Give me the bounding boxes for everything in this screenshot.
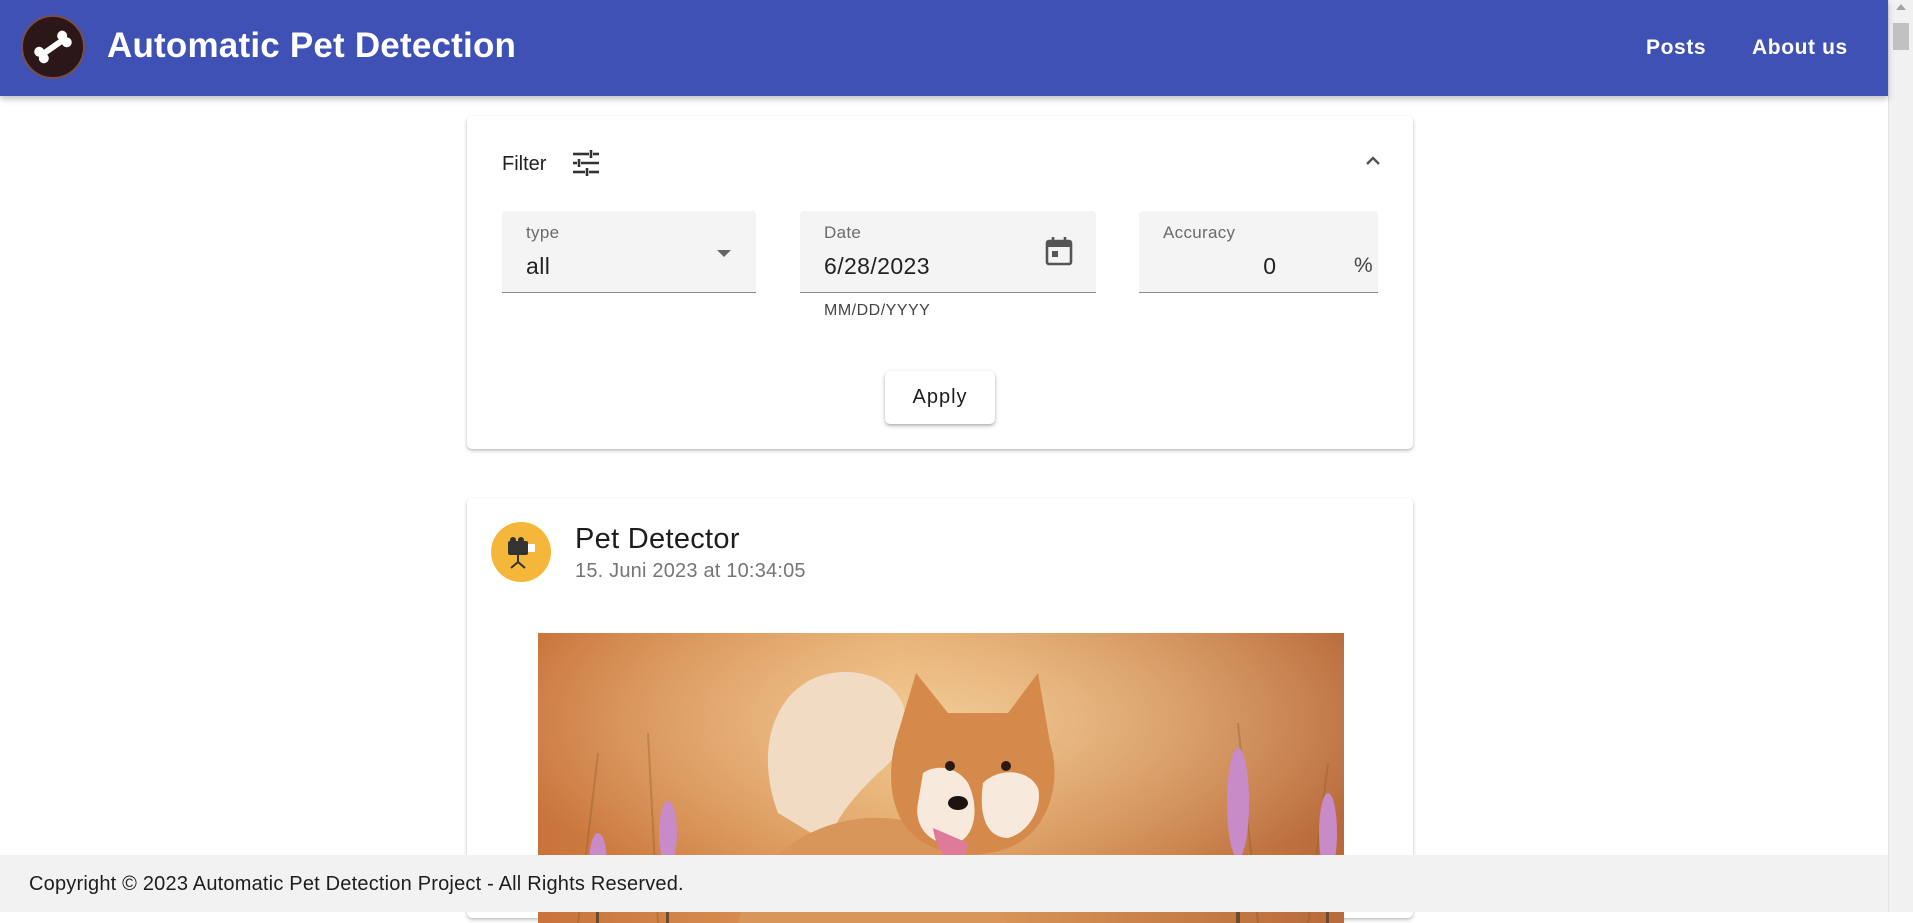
scroll-up-icon[interactable] [1896, 4, 1906, 10]
tune-icon [571, 148, 601, 183]
accuracy-suffix: % [1354, 254, 1373, 277]
app-title: Automatic Pet Detection [107, 26, 517, 65]
post-author: Pet Detector [575, 523, 740, 555]
page-scrollbar[interactable] [1888, 0, 1913, 912]
copyright-text: Copyright © 2023 Automatic Pet Detection… [29, 873, 684, 895]
dropdown-arrow-icon [717, 250, 731, 257]
chevron-up-icon[interactable] [1361, 149, 1385, 178]
footer: Copyright © 2023 Automatic Pet Detection… [0, 855, 1888, 912]
post-date: 15. Juni 2023 at 10:34:05 [575, 560, 806, 582]
filter-label: Filter [502, 153, 547, 175]
accuracy-label: Accuracy [1163, 223, 1236, 242]
app-bar: Automatic Pet Detection Posts About us [0, 0, 1888, 96]
date-helper-text: MM/DD/YYYY [824, 302, 931, 319]
accuracy-field[interactable]: Accuracy 0 % [1139, 211, 1378, 293]
nav-about-us[interactable]: About us [1752, 36, 1848, 60]
date-value: 6/28/2023 [824, 253, 930, 279]
accuracy-value: 0 [1263, 253, 1276, 279]
date-field[interactable]: Date 6/28/2023 [800, 211, 1096, 293]
bone-icon[interactable] [21, 15, 85, 79]
calendar-icon[interactable] [1044, 235, 1074, 272]
filter-panel: Filter type all Date 6/28/2023 MM/DD/YYY… [467, 116, 1413, 449]
type-select[interactable]: type all [502, 211, 756, 293]
scrollbar-thumb[interactable] [1893, 23, 1909, 50]
apply-button[interactable]: Apply [885, 371, 995, 424]
date-label: Date [824, 223, 862, 242]
nav-posts[interactable]: Posts [1646, 36, 1706, 60]
type-value: all [526, 253, 551, 279]
video-camera-icon [491, 522, 551, 582]
type-label: type [526, 223, 560, 242]
